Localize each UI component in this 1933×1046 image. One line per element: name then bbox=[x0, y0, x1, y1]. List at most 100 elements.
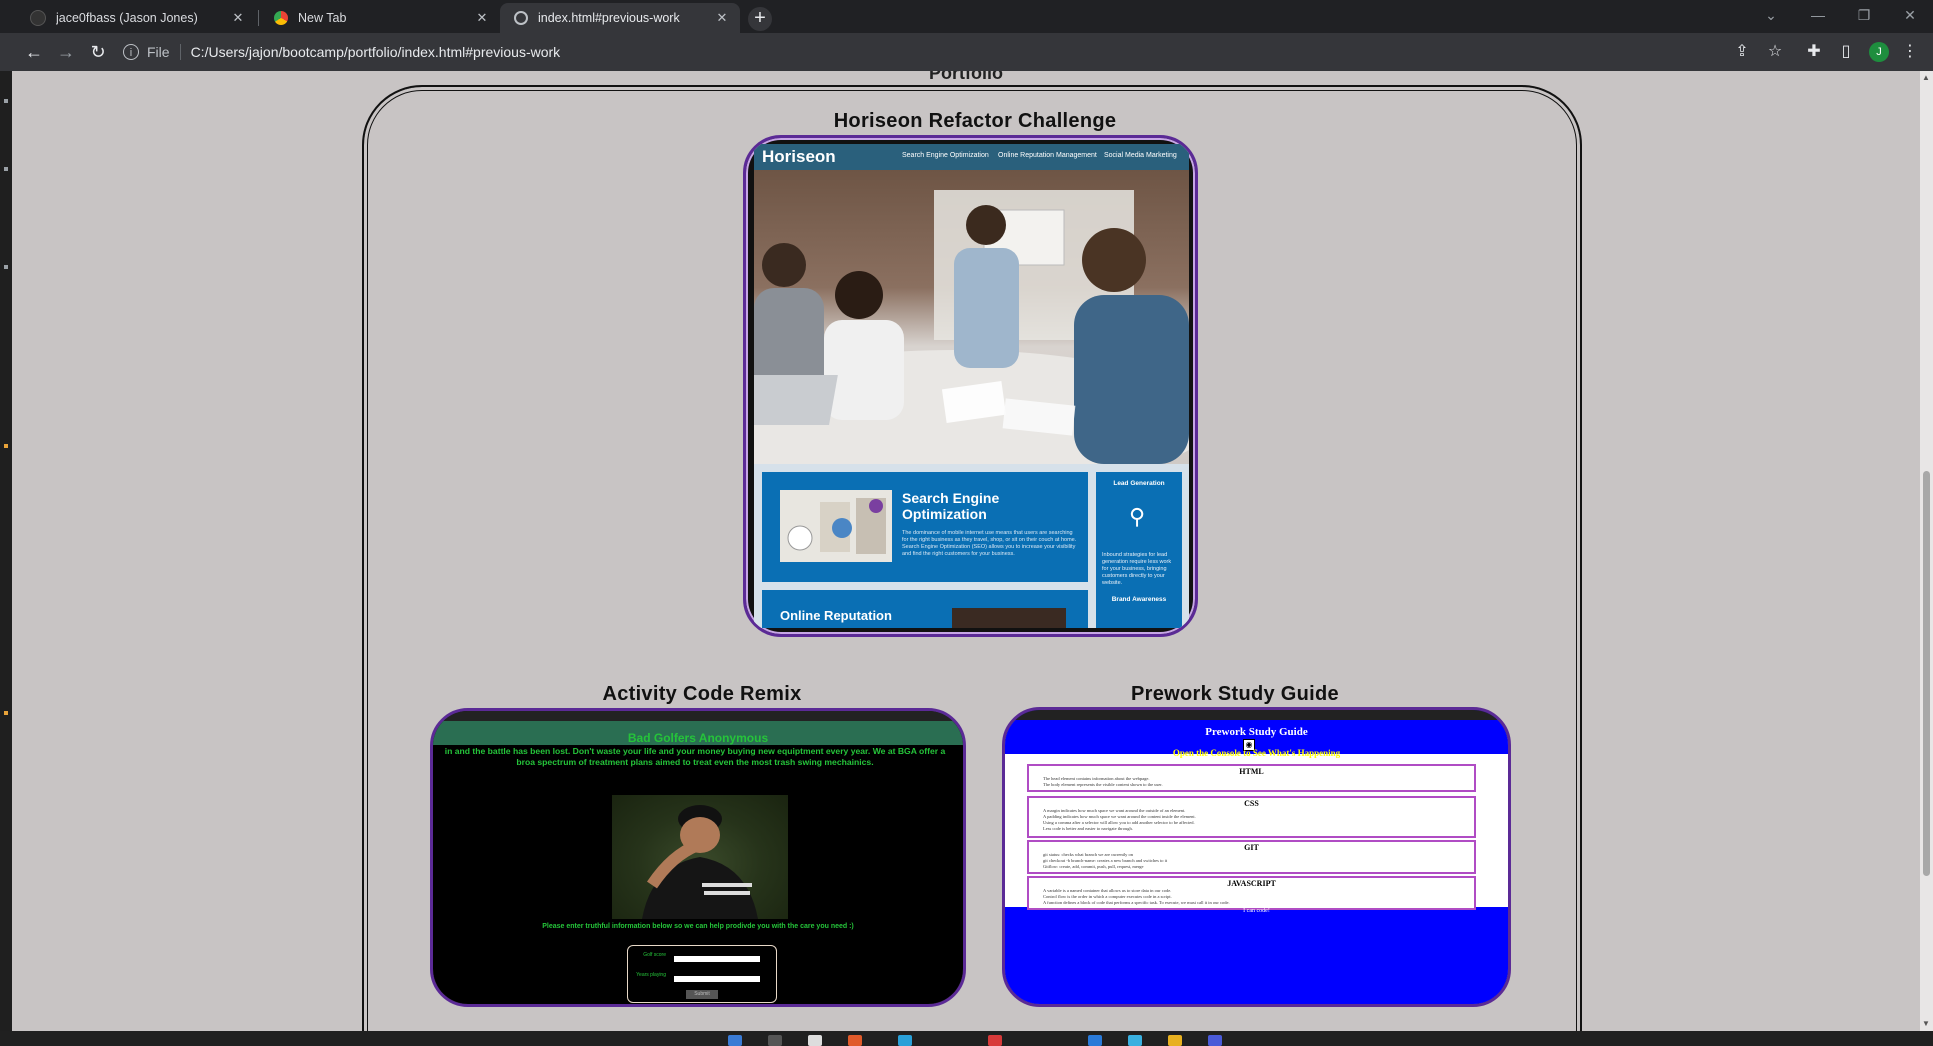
edge-marker bbox=[4, 444, 8, 448]
section-title: Portfolio bbox=[929, 71, 1003, 83]
lead-generation-text: Inbound strategies for lead generation r… bbox=[1102, 552, 1172, 586]
side-panel-icon[interactable]: ▯ bbox=[1835, 41, 1857, 63]
project-card-horiseon[interactable]: Horiseon Search Engine Optimization Onli… bbox=[743, 135, 1198, 637]
seo-image bbox=[780, 490, 892, 562]
url-text[interactable]: C:/Users/jajon/bootcamp/portfolio/index.… bbox=[191, 44, 561, 60]
address-bar[interactable]: i File C:/Users/jajon/bootcamp/portfolio… bbox=[123, 38, 1723, 66]
tab-github[interactable]: jace0fbass (Jason Jones) ✕ bbox=[16, 3, 256, 33]
app-icon[interactable] bbox=[898, 1035, 912, 1046]
chrome-icon bbox=[274, 11, 288, 25]
address-divider bbox=[179, 44, 181, 60]
prework-browser-bar bbox=[1005, 710, 1508, 720]
tab-title: index.html#previous-work bbox=[538, 11, 680, 25]
tab-index[interactable]: index.html#previous-work ✕ bbox=[500, 3, 740, 33]
bga-screenshot: Bad Golfers Anonymous in and the battle … bbox=[433, 711, 963, 1004]
horiseon-logo: Horiseon bbox=[762, 147, 836, 166]
study-item: Less code is better and easier to naviga… bbox=[1043, 826, 1133, 831]
os-taskbar bbox=[0, 1031, 1933, 1046]
share-icon[interactable]: ⇪ bbox=[1731, 41, 1753, 63]
close-icon[interactable]: ✕ bbox=[230, 10, 246, 26]
seo-section: Search Engine Optimization The dominance… bbox=[762, 472, 1088, 582]
study-item: A function defines a block of code that … bbox=[1043, 900, 1230, 905]
scrollbar-thumb[interactable] bbox=[1923, 471, 1930, 876]
project-title: Prework Study Guide bbox=[1131, 683, 1339, 705]
tab-title: New Tab bbox=[298, 11, 347, 25]
lightbulb-icon: ⚲ bbox=[1129, 504, 1146, 529]
reload-icon[interactable]: ↻ bbox=[87, 41, 109, 63]
brand-awareness-heading: Brand Awareness bbox=[1111, 596, 1167, 603]
chrome-icon[interactable] bbox=[1168, 1035, 1182, 1046]
section-heading: CSS bbox=[1244, 799, 1259, 808]
back-icon[interactable]: ← bbox=[23, 41, 45, 63]
seo-heading: Search Engine Optimization bbox=[902, 490, 1000, 522]
forward-icon[interactable]: → bbox=[55, 41, 77, 63]
extensions-icon[interactable]: ✚ bbox=[1803, 41, 1825, 63]
tab-strip: jace0fbass (Jason Jones) ✕ New Tab ✕ ind… bbox=[0, 0, 1933, 33]
study-section-javascript: JAVASCRIPT A variable is a named contain… bbox=[1027, 876, 1476, 910]
app-icon[interactable] bbox=[1208, 1035, 1222, 1046]
bga-intro-text: in and the battle has been lost. Don't w… bbox=[444, 746, 946, 767]
prework-screenshot: Prework Study Guide ◉ Open the Console t… bbox=[1005, 710, 1508, 1004]
app-icon[interactable] bbox=[1088, 1035, 1102, 1046]
edge-marker bbox=[4, 99, 8, 103]
scroll-down-arrow-icon[interactable]: ▼ bbox=[1922, 1019, 1930, 1028]
info-icon[interactable]: i bbox=[123, 44, 139, 60]
search-icon[interactable] bbox=[768, 1035, 782, 1046]
new-tab-button[interactable]: + bbox=[748, 7, 772, 31]
scroll-up-arrow-icon[interactable]: ▲ bbox=[1922, 73, 1930, 82]
project-card-activity-remix[interactable]: Bad Golfers Anonymous in and the battle … bbox=[430, 708, 966, 1007]
app-icon[interactable] bbox=[848, 1035, 862, 1046]
section-heading: HTML bbox=[1239, 767, 1264, 776]
tab-search-icon[interactable]: ⌄ bbox=[1748, 0, 1794, 30]
study-item: Gitflow: create, add, commit, push, pull… bbox=[1043, 864, 1144, 869]
tab-title: jace0fbass (Jason Jones) bbox=[56, 11, 198, 25]
scheme-label: File bbox=[147, 44, 170, 60]
study-section-git: GIT git status: checks what branch we ar… bbox=[1027, 840, 1476, 874]
sad-golfer-photo bbox=[612, 795, 788, 919]
menu-icon[interactable]: ⋮ bbox=[1899, 41, 1921, 63]
bga-form: Golf score Years playing Submit bbox=[627, 945, 777, 1003]
lead-generation-heading: Lead Generation bbox=[1113, 480, 1165, 487]
close-icon[interactable]: ✕ bbox=[714, 10, 730, 26]
section-heading: GIT bbox=[1244, 843, 1259, 852]
horiseon-nav-item: Search Engine Optimization bbox=[902, 152, 989, 159]
study-section-html: HTML The head element contains informati… bbox=[1027, 764, 1476, 792]
seo-text: The dominance of mobile internet use mea… bbox=[902, 530, 1077, 557]
reputation-heading: Online Reputation bbox=[780, 608, 892, 623]
page-scrollbar[interactable]: ▲ ▼ bbox=[1920, 71, 1933, 1031]
bga-submit-button: Submit bbox=[686, 990, 718, 999]
project-title: Horiseon Refactor Challenge bbox=[833, 110, 1117, 132]
vscode-icon[interactable] bbox=[1128, 1035, 1142, 1046]
prework-main: Open the Console to See What's Happening… bbox=[1005, 748, 1508, 910]
study-section-css: CSS A margin indicates how much space we… bbox=[1027, 796, 1476, 838]
prework-title: Prework Study Guide bbox=[1205, 726, 1308, 738]
project-card-prework[interactable]: Prework Study Guide ◉ Open the Console t… bbox=[1002, 707, 1511, 1007]
minimize-icon[interactable]: — bbox=[1795, 0, 1841, 30]
app-icon[interactable] bbox=[988, 1035, 1002, 1046]
tab-new-tab[interactable]: New Tab ✕ bbox=[260, 3, 500, 33]
golf-score-input bbox=[674, 956, 760, 962]
restore-icon[interactable]: ❐ bbox=[1841, 0, 1887, 30]
start-icon[interactable] bbox=[728, 1035, 742, 1046]
bookmark-star-icon[interactable]: ☆ bbox=[1764, 41, 1786, 63]
years-playing-input bbox=[674, 976, 760, 982]
file-explorer-icon[interactable] bbox=[808, 1035, 822, 1046]
golf-score-label: Golf score bbox=[643, 952, 666, 958]
page-viewport: Portfolio Horiseon Refactor Challenge Ho… bbox=[12, 71, 1920, 1031]
study-item: The body element represents the visible … bbox=[1043, 782, 1163, 787]
edge-marker bbox=[4, 265, 8, 269]
prework-subtitle: Open the Console to See What's Happening bbox=[1172, 748, 1341, 758]
tab-divider bbox=[258, 10, 259, 26]
section-heading: JAVASCRIPT bbox=[1227, 879, 1276, 888]
close-window-icon[interactable]: ✕ bbox=[1887, 0, 1933, 30]
reputation-section: Online Reputation bbox=[762, 590, 1088, 628]
benefits-sidebar: Lead Generation ⚲ Inbound strategies for… bbox=[1096, 472, 1182, 628]
hero-office-photo bbox=[754, 170, 1189, 490]
golfer-illustration bbox=[642, 805, 758, 919]
github-icon bbox=[30, 10, 46, 26]
horiseon-nav-item: Online Reputation Management bbox=[998, 152, 1097, 159]
profile-avatar[interactable]: J bbox=[1869, 42, 1889, 62]
horiseon-nav-item: Social Media Marketing bbox=[1104, 152, 1177, 159]
meeting-illustration bbox=[754, 190, 1189, 490]
close-icon[interactable]: ✕ bbox=[474, 10, 490, 26]
